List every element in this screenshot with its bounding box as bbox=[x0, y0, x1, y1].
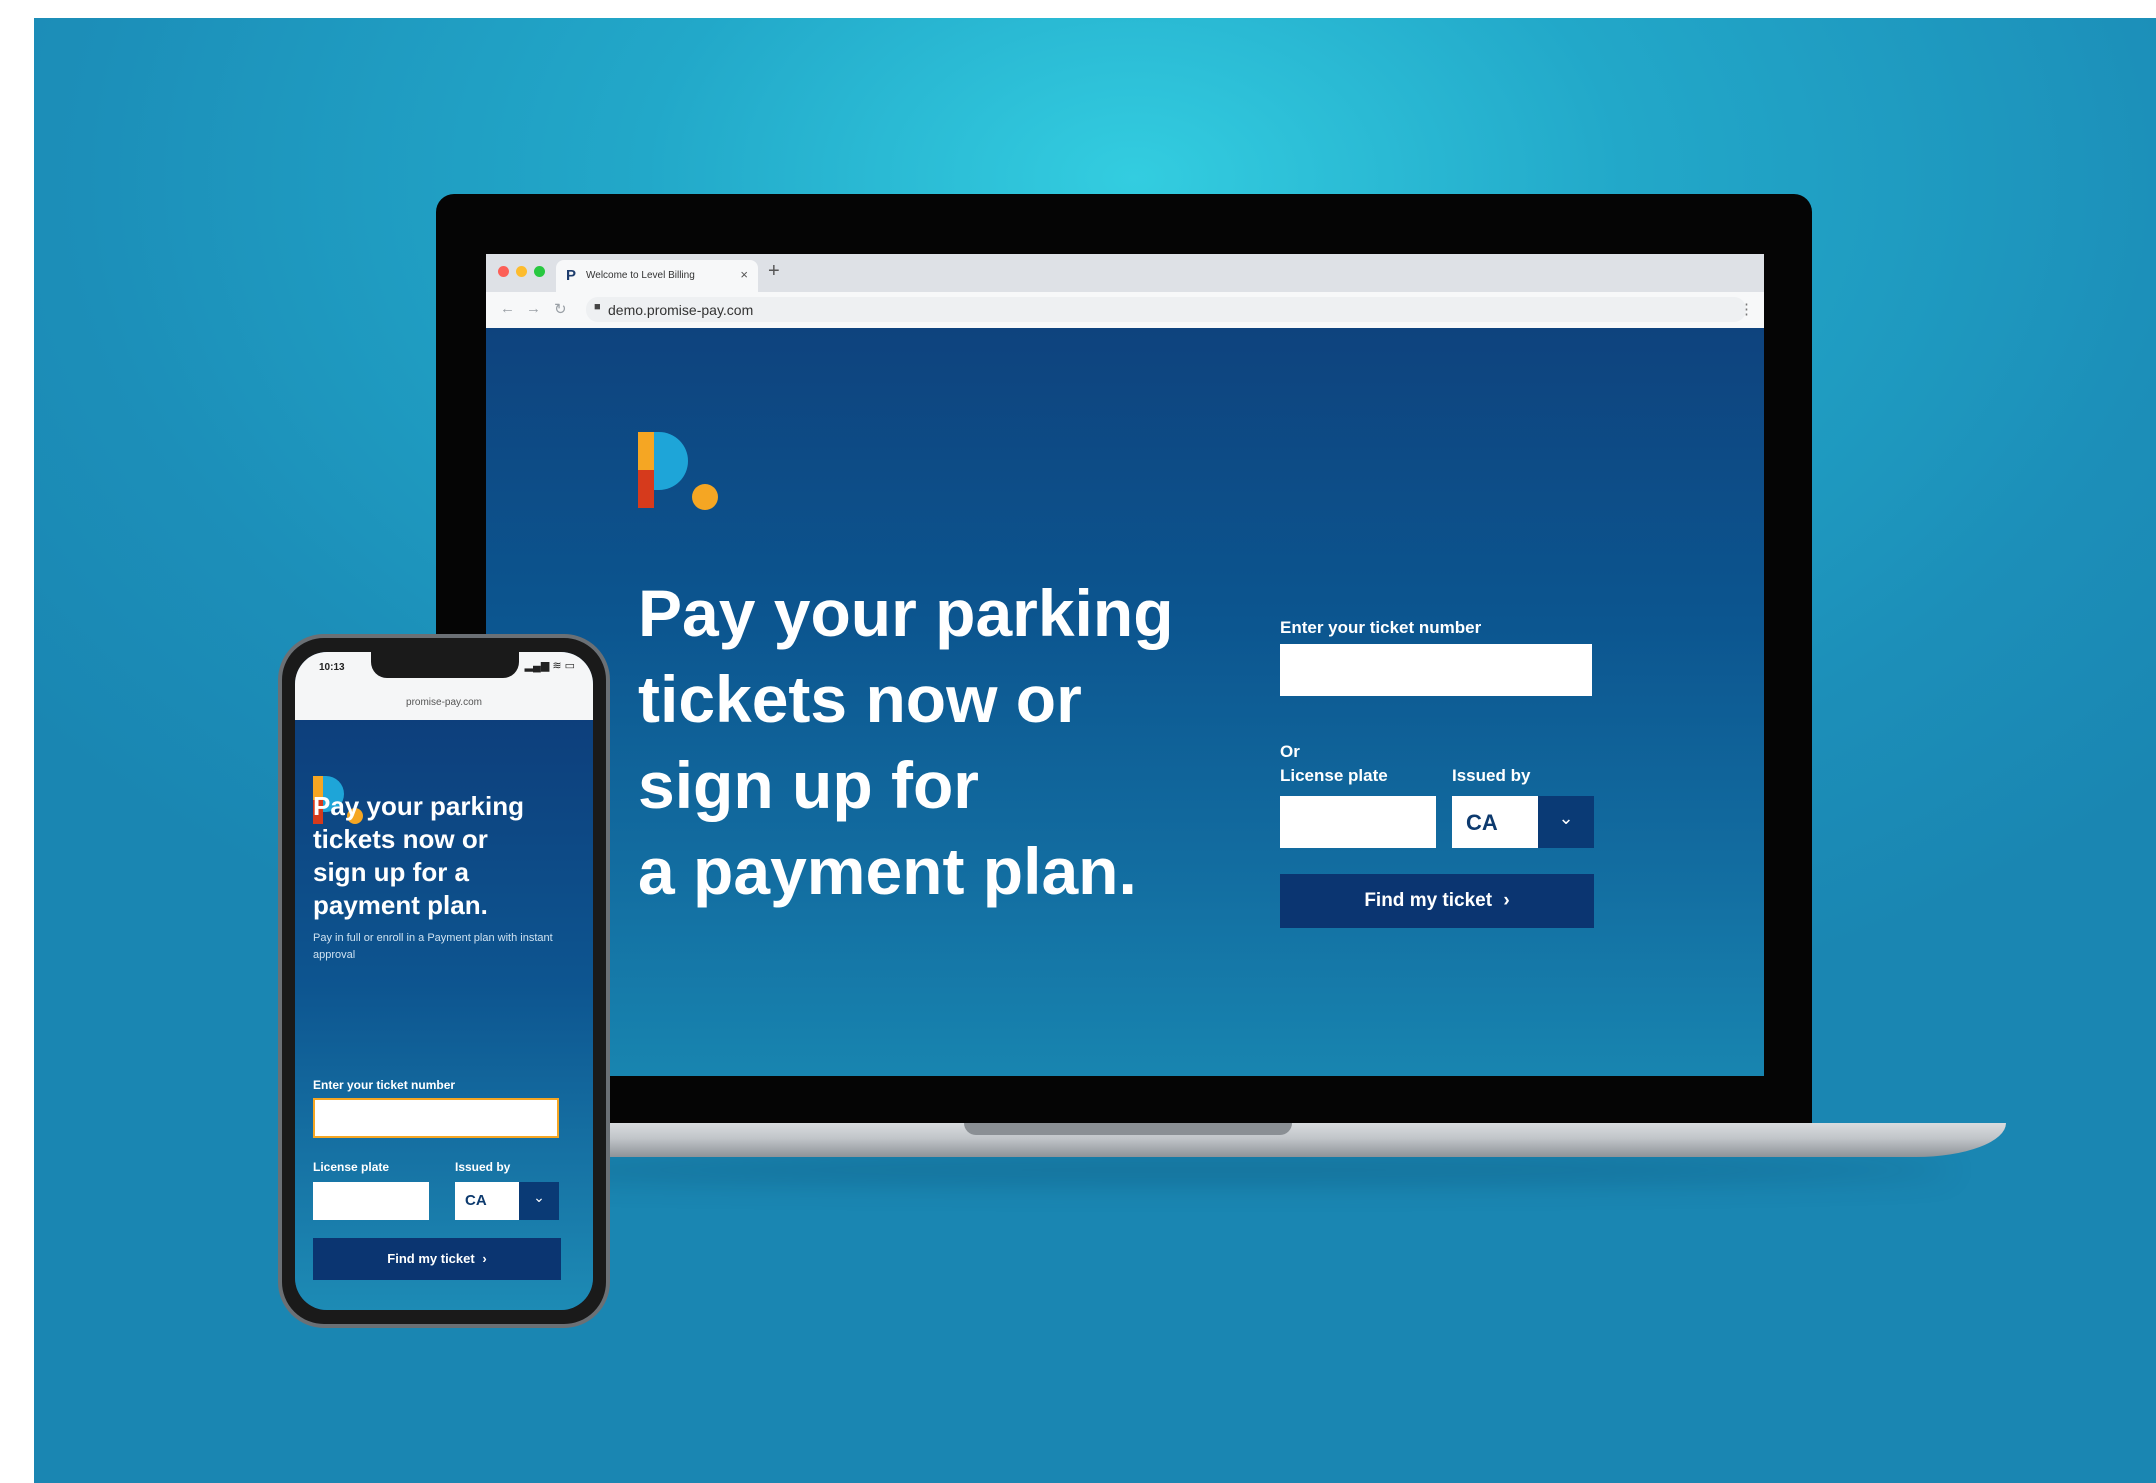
landing-page: Pay your parking tickets now or sign up … bbox=[486, 328, 1764, 1076]
promo-background: P Welcome to Level Billing × + ← → ↻ ■ d… bbox=[34, 18, 2156, 1483]
window-minimize-dot[interactable] bbox=[516, 266, 527, 277]
tab-title: Welcome to Level Billing bbox=[586, 270, 695, 281]
ticket-number-label: Enter your ticket number bbox=[1280, 618, 1482, 637]
address-bar[interactable]: ■ demo.promise-pay.com bbox=[586, 297, 1746, 322]
license-plate-input[interactable] bbox=[1280, 796, 1436, 848]
window-zoom-dot[interactable] bbox=[534, 266, 545, 277]
back-icon[interactable]: ← bbox=[500, 300, 515, 317]
phone-headline: Pay your parking tickets now or sign up … bbox=[313, 791, 524, 920]
chevron-right-icon: › bbox=[482, 1251, 487, 1266]
phone-issued-label: Issued by bbox=[455, 1160, 511, 1174]
window-close-dot[interactable] bbox=[498, 266, 509, 277]
chevron-down-icon[interactable]: ⌄ bbox=[1538, 796, 1594, 848]
phone-notch bbox=[371, 652, 519, 678]
browser-address-row: ← → ↻ ■ demo.promise-pay.com ⋮ bbox=[486, 292, 1764, 329]
find-ticket-button[interactable]: Find my ticket › bbox=[1280, 874, 1594, 928]
issued-by-select[interactable]: CA ⌄ bbox=[1452, 796, 1594, 848]
tab-close-icon[interactable]: × bbox=[740, 267, 748, 282]
chevron-right-icon: › bbox=[1503, 890, 1510, 911]
status-icons: ▂▄▆ ≋ ▭ bbox=[524, 660, 575, 672]
favicon-icon: P bbox=[566, 267, 577, 284]
new-tab-icon[interactable]: + bbox=[768, 260, 780, 283]
browser-tab-strip: P Welcome to Level Billing × + bbox=[486, 254, 1764, 292]
laptop-shadow bbox=[454, 1158, 1954, 1182]
browser-menu-icon[interactable]: ⋮ bbox=[1739, 300, 1754, 318]
phone-issued-select[interactable]: CA ⌄ bbox=[455, 1182, 559, 1220]
promise-logo bbox=[638, 432, 720, 514]
chevron-down-icon[interactable]: ⌄ bbox=[519, 1182, 559, 1220]
phone-find-ticket-button[interactable]: Find my ticket › bbox=[313, 1238, 561, 1280]
or-label: Or bbox=[1280, 742, 1300, 761]
phone-plate-label: License plate bbox=[313, 1160, 390, 1174]
phone-subtext: Pay in full or enroll in a Payment plan … bbox=[313, 932, 553, 961]
issued-by-value: CA bbox=[1466, 810, 1498, 835]
ticket-number-input[interactable] bbox=[1280, 644, 1592, 696]
license-plate-label: License plate bbox=[1280, 766, 1388, 785]
lock-icon: ■ bbox=[594, 301, 601, 313]
browser-tab[interactable]: P Welcome to Level Billing × bbox=[556, 260, 758, 292]
address-url: demo.promise-pay.com bbox=[608, 302, 754, 318]
phone-issued-value: CA bbox=[465, 1192, 487, 1209]
page-headline: Pay your parking tickets now or sign up … bbox=[638, 576, 1174, 908]
phone-screen: 10:13 ▂▄▆ ≋ ▭ promise-pay.com Pay your p… bbox=[295, 652, 593, 1310]
issued-by-label: Issued by bbox=[1452, 766, 1531, 785]
phone-ticket-input[interactable] bbox=[313, 1098, 559, 1138]
phone-ticket-label: Enter your ticket number bbox=[313, 1078, 456, 1092]
phone-plate-input[interactable] bbox=[313, 1182, 429, 1220]
forward-icon[interactable]: → bbox=[526, 300, 541, 317]
laptop-screen: P Welcome to Level Billing × + ← → ↻ ■ d… bbox=[486, 254, 1764, 1076]
phone-url: promise-pay.com bbox=[406, 697, 482, 708]
reload-icon[interactable]: ↻ bbox=[554, 300, 567, 318]
status-time: 10:13 bbox=[319, 662, 345, 673]
laptop-hinge-notch bbox=[964, 1123, 1292, 1135]
phone-address-bar[interactable]: promise-pay.com bbox=[295, 688, 593, 721]
